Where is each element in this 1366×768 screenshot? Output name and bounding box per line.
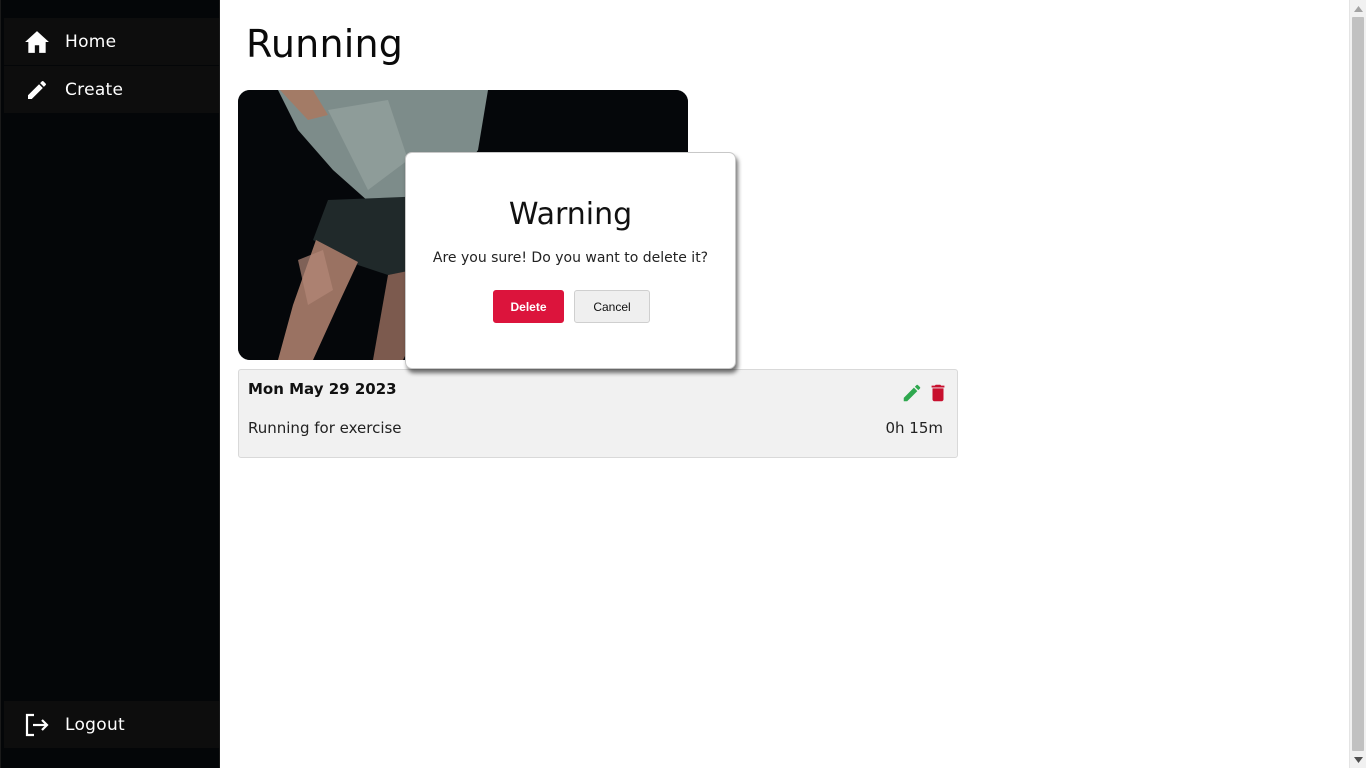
scroll-down-arrow-icon[interactable]: [1350, 751, 1366, 768]
vertical-scrollbar[interactable]: [1349, 0, 1366, 768]
edit-icon[interactable]: [901, 382, 923, 404]
logout-button[interactable]: Logout: [4, 701, 219, 748]
activity-description: Running for exercise: [248, 419, 402, 437]
cancel-button[interactable]: Cancel: [574, 290, 650, 323]
activity-card: Mon May 29 2023 Running for exercise 0h …: [238, 369, 958, 458]
logout-label: Logout: [65, 714, 126, 735]
sidebar-item-label: Home: [65, 31, 117, 52]
trash-icon[interactable]: [927, 382, 949, 404]
activity-duration: 0h 15m: [885, 419, 943, 437]
pencil-icon: [24, 77, 50, 103]
sidebar-item-home[interactable]: Home: [4, 18, 219, 65]
sidebar: Home Create Logout: [0, 0, 220, 768]
main-content: Running Mon May 29 2023 Running for exer…: [220, 0, 1349, 768]
delete-button[interactable]: Delete: [493, 290, 564, 323]
logout-icon: [24, 712, 50, 738]
sidebar-item-label: Create: [65, 79, 124, 100]
scroll-up-arrow-icon[interactable]: [1350, 0, 1366, 17]
page-title: Running: [246, 22, 404, 66]
dialog-message: Are you sure! Do you want to delete it?: [432, 250, 709, 266]
delete-confirm-dialog: Warning Are you sure! Do you want to del…: [405, 152, 736, 369]
scrollbar-thumb[interactable]: [1352, 17, 1364, 751]
dialog-title: Warning: [508, 197, 633, 232]
home-icon: [24, 29, 50, 55]
activity-date: Mon May 29 2023: [248, 380, 397, 398]
sidebar-item-create[interactable]: Create: [4, 66, 219, 113]
